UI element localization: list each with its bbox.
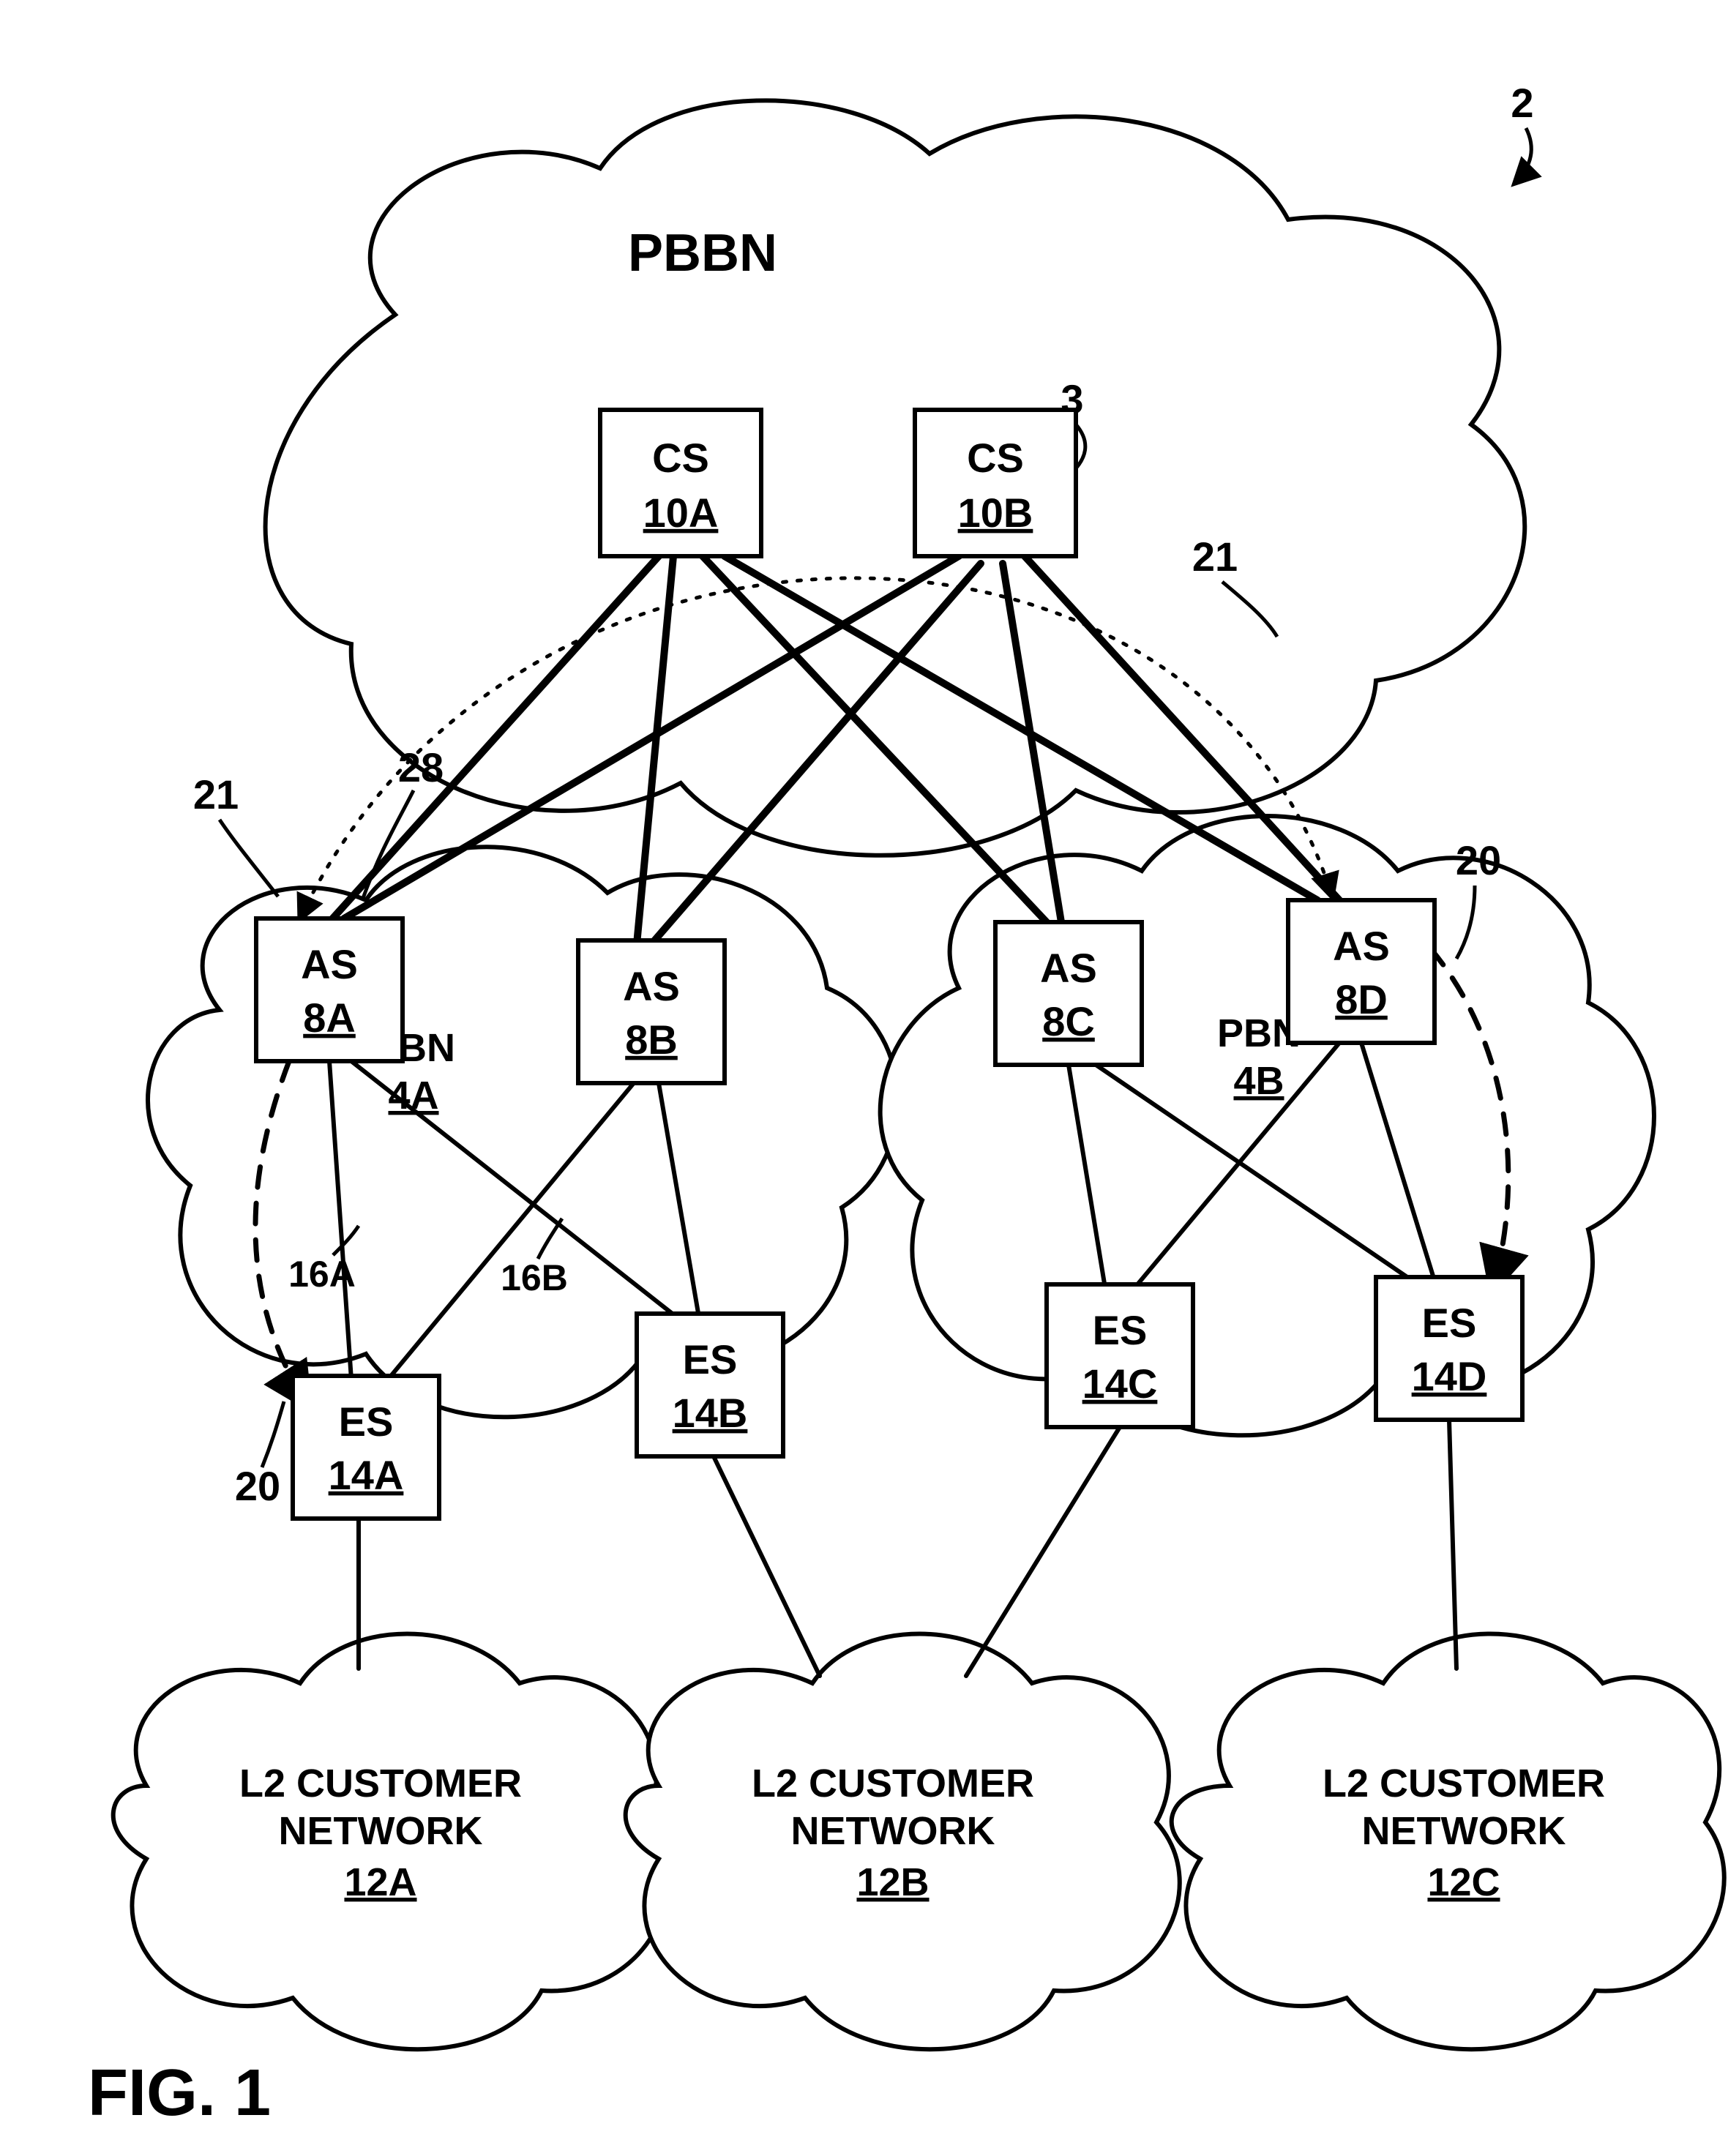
label-pbn-b-id: 4B <box>1233 1059 1284 1103</box>
label-pbbn: PBBN <box>628 224 777 282</box>
cust-a-1: L2 CUSTOMER <box>239 1762 522 1805</box>
node-es-c-id: 14C <box>1082 1360 1158 1407</box>
node-as-d-label: AS <box>1333 923 1390 969</box>
anno-16a: 16A <box>288 1254 356 1295</box>
cloud-pbbn <box>266 100 1525 855</box>
anno-20-right: 20 <box>1456 837 1501 883</box>
diagram-canvas: 2 PBBN PBN 4A PBN 4B L2 CUSTOMER NETWORK… <box>0 0 1728 2156</box>
node-es-d-label: ES <box>1422 1300 1477 1346</box>
node-cs-a-id: 10A <box>643 490 719 536</box>
node-es-a-label: ES <box>339 1399 394 1445</box>
node-as-b-id: 8B <box>625 1017 678 1063</box>
node-as-c-label: AS <box>1040 945 1097 991</box>
node-as-c-id: 8C <box>1042 998 1095 1044</box>
node-cs-b-label: CS <box>967 435 1024 481</box>
cust-b-1: L2 CUSTOMER <box>752 1762 1034 1805</box>
node-es-b-id: 14B <box>673 1390 748 1436</box>
node-as-a-id: 8A <box>303 995 356 1041</box>
node-cs-a-label: CS <box>652 435 709 481</box>
cust-a-id: 12A <box>344 1860 416 1904</box>
diagram-ref: 2 <box>1511 80 1533 126</box>
cust-c-2: NETWORK <box>1362 1809 1566 1853</box>
anno-21-left: 21 <box>193 771 239 817</box>
cust-b-id: 12B <box>856 1860 929 1904</box>
cloud-pbn-b <box>880 816 1654 1435</box>
node-es-a-id: 14A <box>329 1452 404 1498</box>
cust-c-id: 12C <box>1427 1860 1500 1904</box>
cust-b-2: NETWORK <box>791 1809 995 1853</box>
figure-label: FIG. 1 <box>88 2056 271 2130</box>
cust-a-2: NETWORK <box>279 1809 483 1853</box>
node-as-b-label: AS <box>623 963 680 1009</box>
anno-16b: 16B <box>501 1257 568 1298</box>
anno-21-right: 21 <box>1192 534 1238 580</box>
node-es-c-label: ES <box>1093 1307 1148 1353</box>
cust-c-1: L2 CUSTOMER <box>1323 1762 1605 1805</box>
anno-20-left: 20 <box>235 1463 280 1509</box>
node-es-d-id: 14D <box>1412 1353 1487 1399</box>
node-as-a-label: AS <box>301 941 358 987</box>
anno-28: 28 <box>398 744 444 790</box>
node-es-b-label: ES <box>683 1336 738 1382</box>
node-as-d-id: 8D <box>1335 976 1388 1022</box>
node-cs-b-id: 10B <box>958 490 1033 536</box>
